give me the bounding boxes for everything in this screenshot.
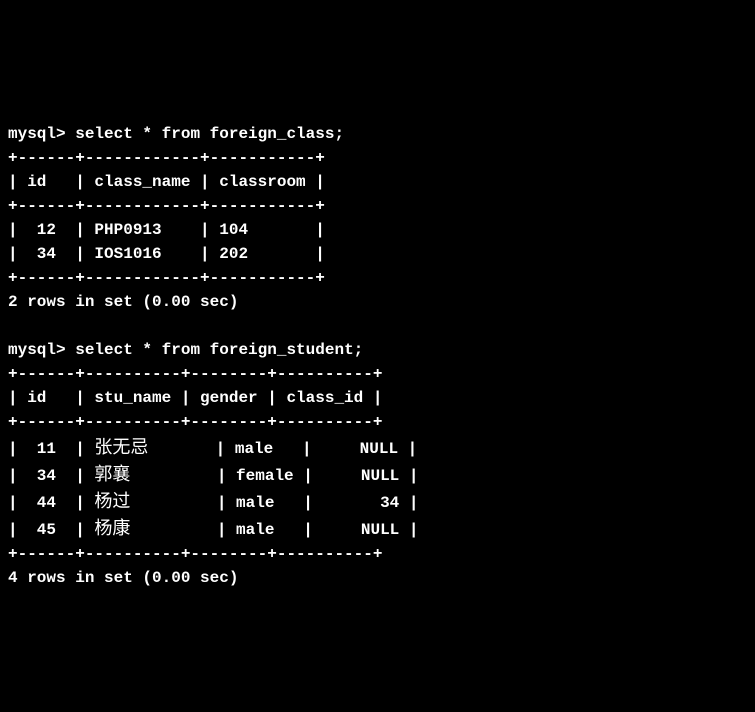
result-message: 2 rows in set (0.00 sec) [8, 293, 238, 311]
prompt: mysql> [8, 341, 66, 359]
cjk-text: 杨过 [94, 491, 130, 511]
terminal-output: mysql> select * from foreign_class; +---… [0, 96, 755, 592]
result-message: 4 rows in set (0.00 sec) [8, 569, 238, 587]
table-border: +------+----------+--------+----------+ [8, 545, 382, 563]
cjk-text: 杨康 [94, 518, 130, 538]
table-border: +------+------------+-----------+ [8, 149, 325, 167]
table-header-row: | id | stu_name | gender | class_id | [8, 389, 382, 407]
table-row: | 44 | 杨过 | male | 34 | [8, 494, 418, 512]
table-row: | 45 | 杨康 | male | NULL | [8, 521, 418, 539]
cjk-text: 郭襄 [94, 464, 130, 484]
table-row: | 34 | 郭襄 | female | NULL | [8, 467, 418, 485]
table-header-row: | id | class_name | classroom | [8, 173, 325, 191]
table-border: +------+----------+--------+----------+ [8, 413, 382, 431]
cjk-text: 张无忌 [94, 437, 148, 457]
table-row: | 34 | IOS1016 | 202 | [8, 245, 325, 263]
sql-query: select * from foreign_class; [75, 125, 344, 143]
table-row: | 11 | 张无忌 | male | NULL | [8, 440, 417, 458]
table-border: +------+------------+-----------+ [8, 269, 325, 287]
table-row: | 12 | PHP0913 | 104 | [8, 221, 325, 239]
table-border: +------+------------+-----------+ [8, 197, 325, 215]
table-border: +------+----------+--------+----------+ [8, 365, 382, 383]
sql-query: select * from foreign_student; [75, 341, 363, 359]
prompt: mysql> [8, 125, 66, 143]
